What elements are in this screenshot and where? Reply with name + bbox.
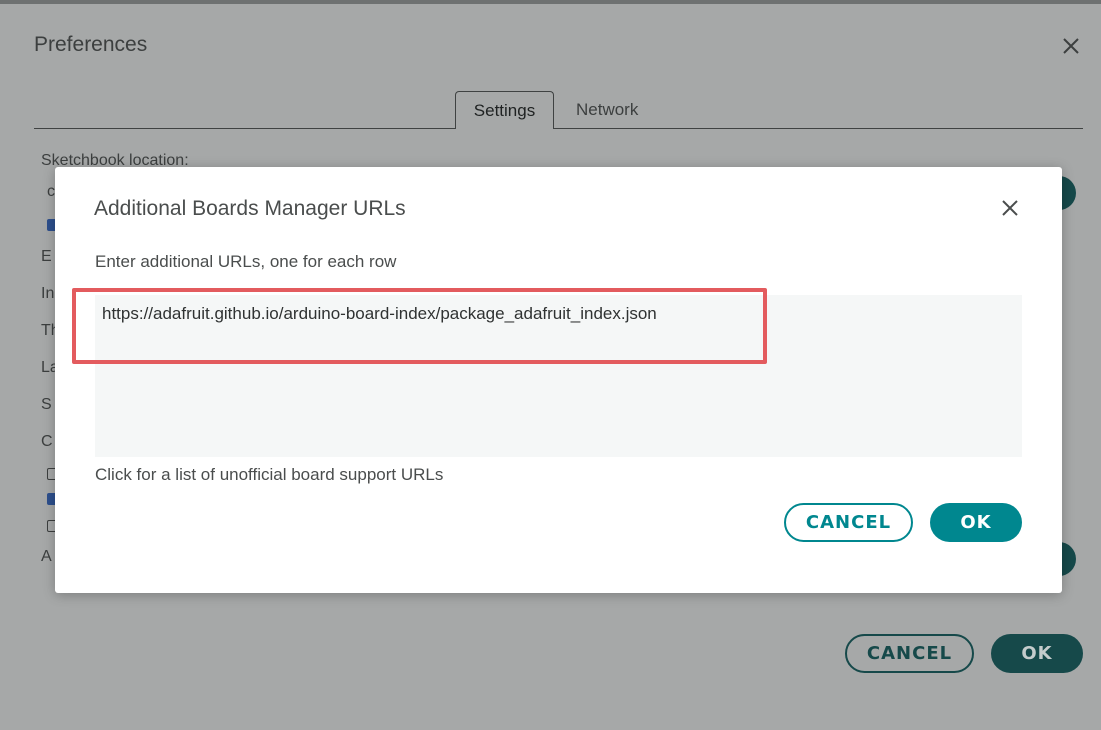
dialog-instruction: Enter additional URLs, one for each row	[95, 252, 397, 271]
tab-network[interactable]: Network	[568, 91, 646, 129]
dialog-title: Additional Boards Manager URLs	[94, 197, 406, 220]
preferences-cancel-button[interactable]: CANCEL	[845, 634, 974, 673]
editor-font-size-label: E	[41, 248, 52, 265]
unofficial-urls-link[interactable]: Click for a list of unofficial board sup…	[95, 465, 443, 485]
additional-boards-label: A	[41, 548, 52, 565]
dialog-cancel-button[interactable]: CANCEL	[784, 503, 913, 542]
tab-settings[interactable]: Settings	[455, 91, 554, 129]
tabs-divider	[34, 128, 1083, 129]
dialog-ok-button[interactable]: OK	[930, 503, 1022, 542]
preferences-title: Preferences	[34, 33, 148, 56]
close-icon[interactable]	[998, 196, 1022, 220]
sketchbook-path-partial: c	[47, 183, 55, 200]
compiler-warnings-label: C	[41, 433, 53, 450]
interface-scale-label: In	[41, 285, 55, 302]
show-verbose-label: S	[41, 396, 52, 413]
urls-textarea[interactable]: https://adafruit.github.io/arduino-board…	[95, 295, 1022, 457]
additional-urls-dialog: Additional Boards Manager URLs Enter add…	[55, 167, 1062, 593]
preferences-ok-button[interactable]: OK	[991, 634, 1083, 673]
window-top-strip	[0, 0, 1101, 4]
close-icon[interactable]	[1058, 33, 1084, 59]
